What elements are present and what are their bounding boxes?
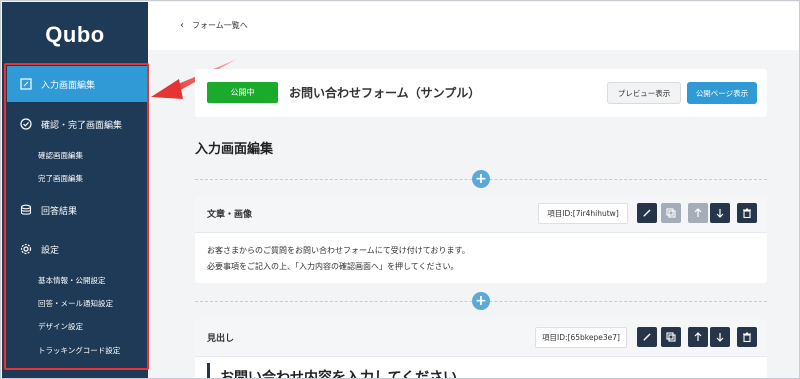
public-page-button[interactable]: 公開ページ表示 bbox=[687, 82, 757, 104]
form-header-card: 公開中 お問い合わせフォーム（サンプル） プレビュー表示 公開ページ表示 bbox=[195, 69, 767, 117]
preview-button[interactable]: プレビュー表示 bbox=[607, 82, 681, 104]
item-type-label: 見出し bbox=[207, 334, 235, 344]
item-id-badge: 項目ID:[7ir4hihutw] bbox=[538, 203, 628, 224]
copy-item-button[interactable] bbox=[661, 203, 681, 223]
edit-item-button[interactable] bbox=[637, 203, 657, 223]
heading-preview: お問い合わせ内容を入力してください bbox=[207, 363, 457, 378]
logo: Qubo bbox=[45, 22, 105, 47]
item-body: お客さまからのご質問をお問い合わせフォームにて受け付けております。 必要事項をご… bbox=[195, 233, 767, 285]
item-text-line: 必要事項をご記入の上、「入力内容の確認画面へ」を押してください。 bbox=[207, 262, 459, 271]
move-down-button[interactable] bbox=[710, 203, 730, 223]
item-card-text-image: 文章・画像 項目ID:[7ir4hihutw] お客さまからのご質問をお問い合わ… bbox=[195, 195, 767, 283]
trash-icon bbox=[743, 208, 751, 218]
add-item-button[interactable]: + bbox=[472, 170, 490, 188]
add-item-button[interactable]: + bbox=[472, 292, 490, 310]
copy-icon bbox=[666, 332, 676, 342]
item-type-label: 文章・画像 bbox=[207, 210, 253, 220]
app-window: Qubo 入力画面編集 確認・完了画面編集 確認画面編集 完了画面編集 回答結果 bbox=[0, 0, 800, 379]
status-badge: 公開中 bbox=[207, 82, 278, 103]
arrow-down-icon bbox=[716, 333, 724, 342]
delete-item-button[interactable] bbox=[737, 327, 757, 347]
back-link[interactable]: ‹ フォーム一覧へ bbox=[180, 20, 248, 31]
highlight-box bbox=[4, 63, 149, 370]
item-text-line: お客さまからのご質問をお問い合わせフォームにて受け付けております。 bbox=[207, 246, 470, 255]
item-card-heading: 見出し 項目ID:[65bkepe3e7] お問い合わせ内容を入力してください bbox=[195, 319, 767, 378]
item-header: 見出し 項目ID:[65bkepe3e7] bbox=[195, 319, 767, 357]
back-link-label: フォーム一覧へ bbox=[192, 21, 248, 30]
trash-icon bbox=[743, 332, 751, 342]
item-id-badge: 項目ID:[65bkepe3e7] bbox=[535, 327, 627, 348]
plus-icon: + bbox=[475, 293, 487, 309]
copy-item-button[interactable] bbox=[661, 327, 681, 347]
move-down-button[interactable] bbox=[710, 327, 730, 347]
form-title: お問い合わせフォーム（サンプル） bbox=[289, 86, 481, 100]
pencil-icon bbox=[643, 209, 651, 217]
top-bar: ‹ フォーム一覧へ bbox=[148, 2, 799, 50]
arrow-up-icon bbox=[694, 208, 702, 217]
move-up-button[interactable] bbox=[688, 203, 708, 223]
arrow-down-icon bbox=[716, 209, 724, 218]
pencil-icon bbox=[643, 333, 651, 341]
edit-item-button[interactable] bbox=[637, 327, 657, 347]
delete-item-button[interactable] bbox=[737, 203, 757, 223]
copy-icon bbox=[666, 208, 676, 218]
move-up-button[interactable] bbox=[688, 327, 708, 347]
plus-icon: + bbox=[475, 171, 487, 187]
item-header: 文章・画像 項目ID:[7ir4hihutw] bbox=[195, 195, 767, 233]
arrow-up-icon bbox=[694, 332, 702, 341]
chevron-left-icon: ‹ bbox=[180, 20, 184, 31]
page-title: 入力画面編集 bbox=[195, 142, 274, 157]
